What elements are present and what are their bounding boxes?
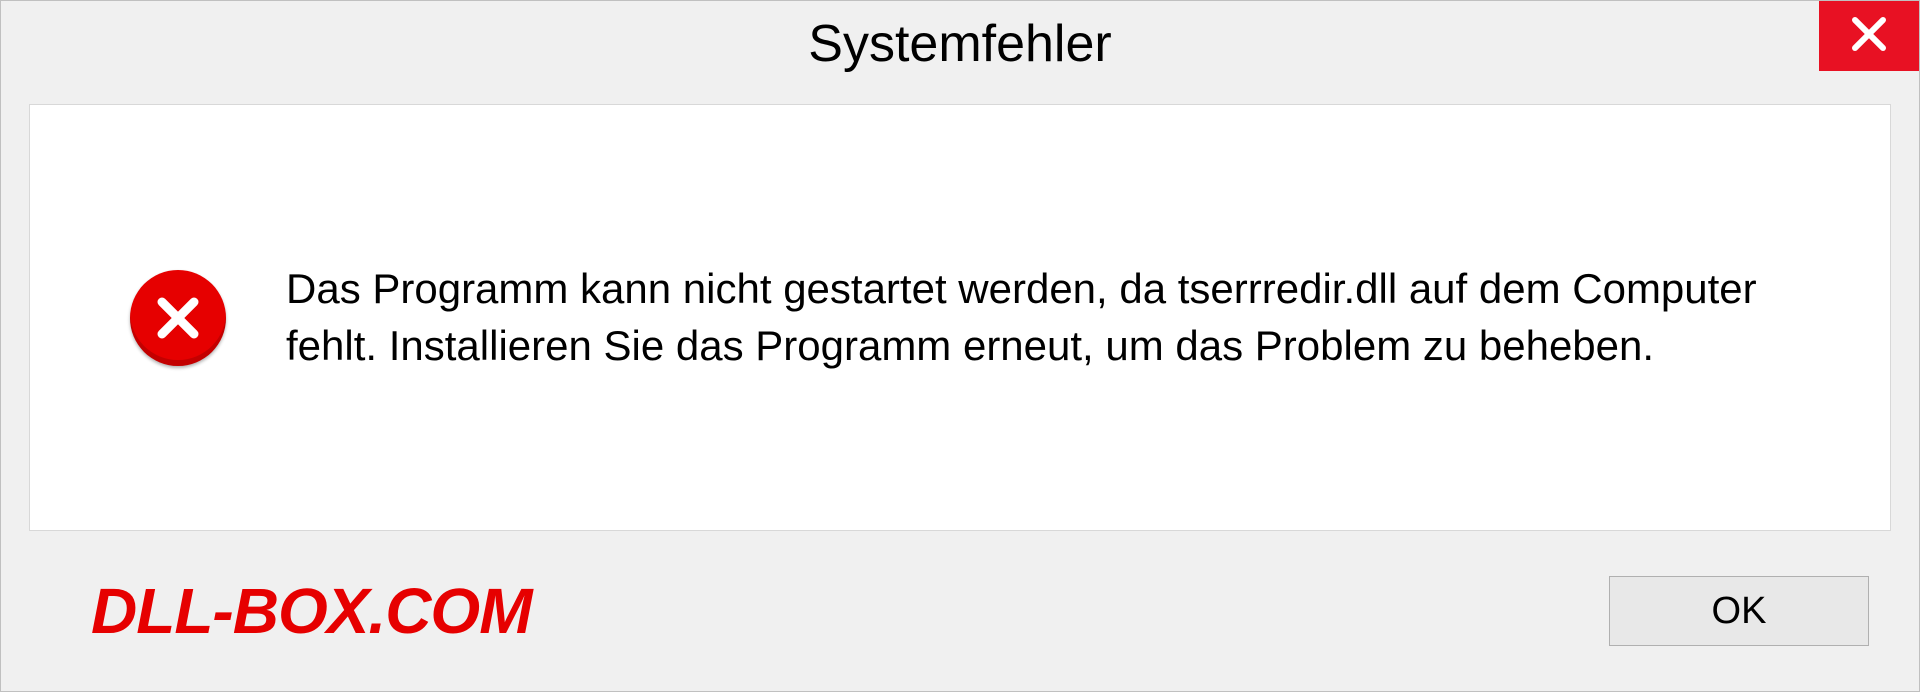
dialog-footer: DLL-BOX.COM OK	[1, 531, 1919, 691]
error-dialog: Systemfehler Das Programm kann nicht ges…	[0, 0, 1920, 692]
close-icon	[1849, 14, 1889, 59]
error-message: Das Programm kann nicht gestartet werden…	[286, 261, 1810, 374]
error-icon	[130, 270, 226, 366]
ok-button[interactable]: OK	[1609, 576, 1869, 646]
titlebar: Systemfehler	[1, 1, 1919, 86]
dialog-title: Systemfehler	[808, 14, 1111, 74]
close-button[interactable]	[1819, 1, 1919, 71]
content-area: Das Programm kann nicht gestartet werden…	[29, 104, 1891, 531]
watermark-text: DLL-BOX.COM	[91, 574, 532, 648]
